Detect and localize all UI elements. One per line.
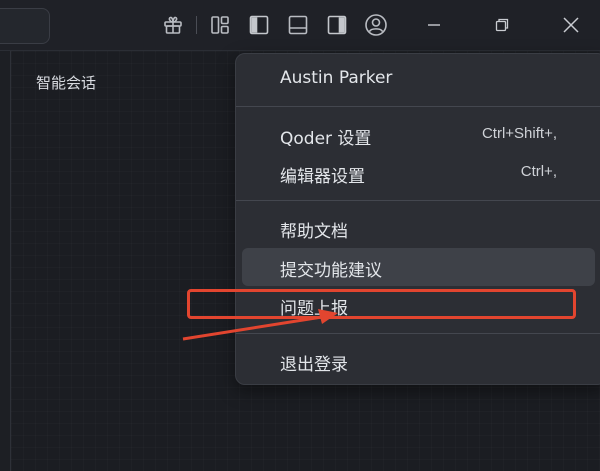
annotation-arrow — [182, 309, 338, 341]
